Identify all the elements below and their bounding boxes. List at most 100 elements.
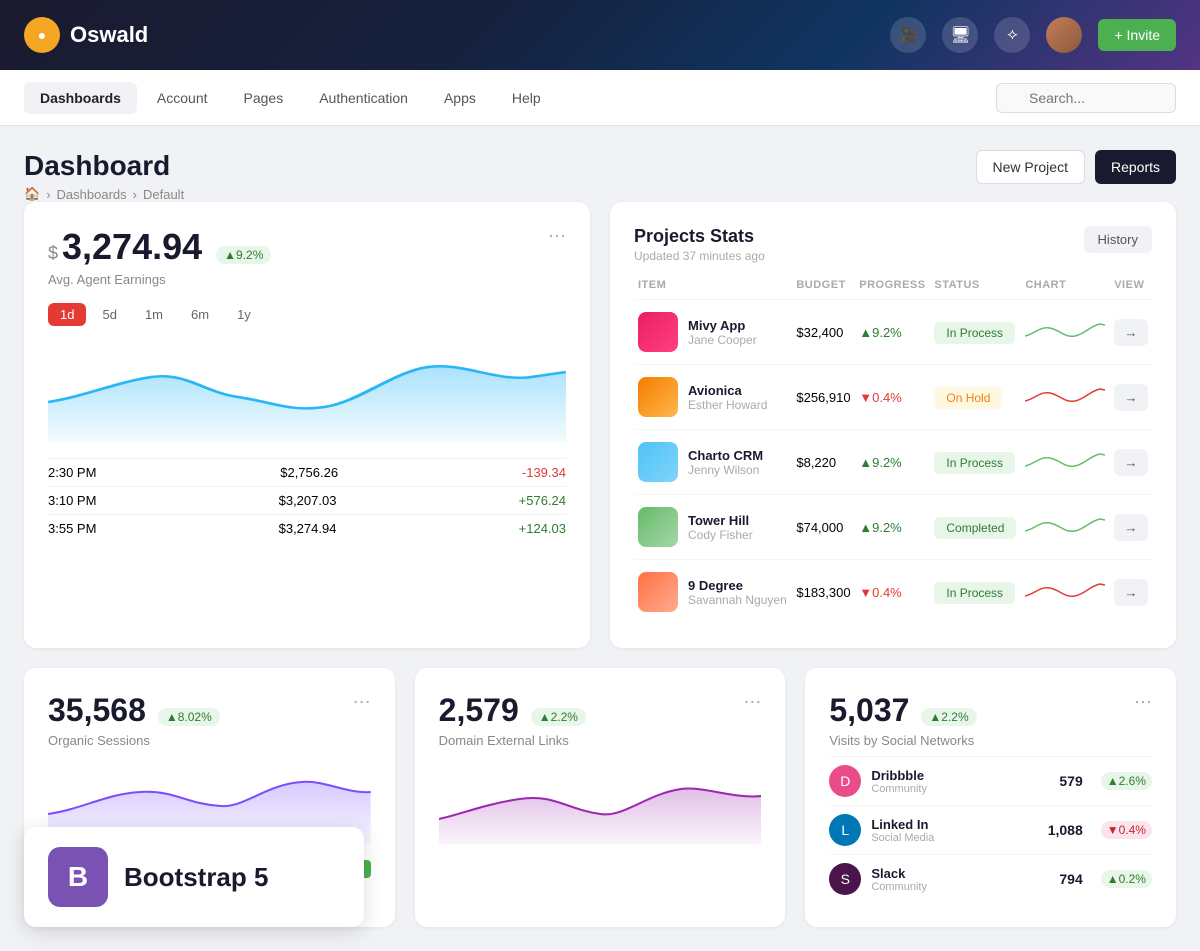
share-icon[interactable]: ⟡ (994, 17, 1030, 53)
organic-sessions-header: 35,568 ▲8.02% Organic Sessions (48, 692, 220, 748)
project-budget: $8,220 (792, 430, 855, 495)
social-badge: ▲2.2% (921, 708, 976, 726)
bottom-row: 35,568 ▲8.02% Organic Sessions ⋯ (24, 668, 1176, 927)
time-filter-1m[interactable]: 1m (133, 303, 175, 326)
social-header: 5,037 ▲2.2% Visits by Social Networks (829, 692, 976, 748)
col-view: VIEW (1110, 271, 1152, 300)
camera-icon[interactable]: 🎥 (890, 17, 926, 53)
bootstrap-label: Bootstrap 5 (124, 862, 268, 893)
logo-icon: ● (24, 17, 60, 53)
nav-item-authentication[interactable]: Authentication (303, 82, 424, 114)
time-filter-5d[interactable]: 5d (90, 303, 128, 326)
projects-header: Projects Stats Updated 37 minutes ago Hi… (634, 226, 1152, 263)
domain-more-button[interactable]: ⋯ (743, 692, 761, 713)
change-1: -139.34 (522, 465, 566, 480)
social-item: D Dribbble Community 579 ▲2.6% (829, 756, 1152, 805)
organic-sessions-badge: ▲8.02% (158, 708, 220, 726)
social-icon: L (829, 814, 861, 846)
social-number: 5,037 (829, 692, 909, 729)
page-title: Dashboard (24, 150, 184, 182)
project-status: In Process (934, 322, 1015, 344)
breadcrumb: 🏠 › Dashboards › Default (24, 186, 184, 202)
organic-sessions-card: 35,568 ▲8.02% Organic Sessions ⋯ (24, 668, 395, 927)
earnings-row-1: 2:30 PM $2,756.26 -139.34 (48, 458, 566, 486)
project-budget: $32,400 (792, 300, 855, 365)
projects-stats-card: Projects Stats Updated 37 minutes ago Hi… (610, 202, 1176, 648)
social-more-button[interactable]: ⋯ (1134, 692, 1152, 713)
social-change: ▲0.2% (1101, 870, 1152, 888)
projects-title: Projects Stats (634, 226, 765, 247)
amount-3: $3,274.94 (279, 521, 337, 536)
domain-links-header: 2,579 ▲2.2% Domain External Links (439, 692, 586, 748)
nav-item-help[interactable]: Help (496, 82, 557, 114)
project-icon (638, 377, 678, 417)
project-view-button[interactable]: → (1114, 319, 1147, 346)
domain-links-card: 2,579 ▲2.2% Domain External Links ⋯ (415, 668, 786, 927)
nav-item-account[interactable]: Account (141, 82, 224, 114)
earnings-card: $ 3,274.94 ▲9.2% Avg. Agent Earnings ⋯ 1… (24, 202, 590, 648)
project-person: Jane Cooper (688, 333, 757, 347)
project-chart-cell (1021, 300, 1110, 365)
project-name: Mivy App (688, 318, 757, 333)
time-filter-1d[interactable]: 1d (48, 303, 86, 326)
nav-item-apps[interactable]: Apps (428, 82, 492, 114)
earnings-rows: 2:30 PM $2,756.26 -139.34 3:10 PM $3,207… (48, 458, 566, 542)
project-view-button[interactable]: → (1114, 384, 1147, 411)
nav-item-dashboards[interactable]: Dashboards (24, 82, 137, 114)
navbar: Dashboards Account Pages Authentication … (0, 70, 1200, 126)
reports-button[interactable]: Reports (1095, 150, 1176, 184)
project-view-button[interactable]: → (1114, 449, 1147, 476)
project-icon (638, 507, 678, 547)
history-button[interactable]: History (1084, 226, 1152, 253)
social-info: Dribbble Community (871, 768, 927, 795)
project-budget: $74,000 (792, 495, 855, 560)
earnings-amount: 3,274.94 (62, 226, 202, 268)
avatar[interactable] (1046, 17, 1082, 53)
organic-more-button[interactable]: ⋯ (353, 692, 371, 713)
time-filter-6m[interactable]: 6m (179, 303, 221, 326)
project-view-button[interactable]: → (1114, 579, 1147, 606)
earnings-row-2: 3:10 PM $3,207.03 +576.24 (48, 486, 566, 514)
project-item-2: Charto CRM Jenny Wilson (638, 442, 788, 482)
earnings-more-button[interactable]: ⋯ (548, 226, 566, 247)
nav-item-pages[interactable]: Pages (228, 82, 300, 114)
social-icon: D (829, 765, 861, 797)
invite-button[interactable]: + Invite (1098, 19, 1176, 51)
project-person: Savannah Nguyen (688, 593, 787, 607)
topbar-right: 🎥 🖥 ⟡ + Invite (890, 17, 1176, 53)
time-filter-1y[interactable]: 1y (225, 303, 263, 326)
project-chart-cell (1021, 495, 1110, 560)
amount-2: $3,207.03 (279, 493, 337, 508)
change-3: +124.03 (519, 521, 566, 536)
new-project-button[interactable]: New Project (976, 150, 1085, 184)
project-item-3: Tower Hill Cody Fisher (638, 507, 788, 547)
monitor-icon[interactable]: 🖥 (942, 17, 978, 53)
project-person: Jenny Wilson (688, 463, 763, 477)
social-type: Social Media (871, 832, 934, 844)
logo-text: Oswald (70, 22, 148, 48)
project-status: In Process (934, 452, 1015, 474)
project-status: In Process (934, 582, 1015, 604)
logo[interactable]: ● Oswald (24, 17, 148, 53)
earnings-row-3: 3:55 PM $3,274.94 +124.03 (48, 514, 566, 542)
project-item-1: Avionica Esther Howard (638, 377, 788, 417)
project-name: Charto CRM (688, 448, 763, 463)
project-budget: $256,910 (792, 365, 855, 430)
breadcrumb-dashboards[interactable]: Dashboards (57, 187, 127, 202)
domain-links-chart (439, 764, 762, 844)
time-3: 3:55 PM (48, 521, 96, 536)
main-content: Dashboard 🏠 › Dashboards › Default New P… (0, 126, 1200, 951)
project-info: Charto CRM Jenny Wilson (688, 448, 763, 477)
top-row: $ 3,274.94 ▲9.2% Avg. Agent Earnings ⋯ 1… (24, 202, 1176, 648)
topbar: ● Oswald 🎥 🖥 ⟡ + Invite (0, 0, 1200, 70)
social-item: S Slack Community 794 ▲0.2% (829, 854, 1152, 903)
social-count: 1,088 (1048, 822, 1083, 838)
social-items: D Dribbble Community 579 ▲2.6% L Linked … (829, 756, 1152, 903)
project-name: Tower Hill (688, 513, 753, 528)
project-name: Avionica (688, 383, 767, 398)
project-progress: ▲9.2% (859, 520, 902, 535)
col-budget: BUDGET (792, 271, 855, 300)
project-view-button[interactable]: → (1114, 514, 1147, 541)
search-input[interactable] (996, 83, 1176, 113)
table-row: Mivy App Jane Cooper $32,400 ▲9.2% In Pr… (634, 300, 1152, 365)
